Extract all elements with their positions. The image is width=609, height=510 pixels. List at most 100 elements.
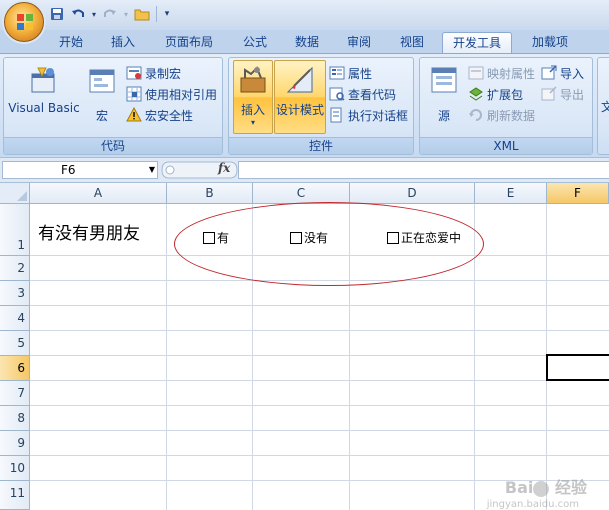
expansion-packs-icon — [469, 87, 483, 101]
macros-button[interactable]: 宏 — [84, 64, 120, 124]
tab-developer[interactable]: 开发工具 — [442, 32, 512, 54]
view-code-icon — [329, 87, 345, 101]
tab-add-ins[interactable]: 加载项 — [522, 32, 578, 54]
code-group: Visual Basic 宏 录制宏 使用相对引用 宏安全性 代码 — [3, 57, 223, 155]
row-header-8[interactable]: 8 — [0, 406, 30, 431]
column-header-c[interactable]: C — [253, 183, 350, 204]
row-header-10[interactable]: 10 — [0, 456, 30, 481]
import-button[interactable]: 导入 — [541, 64, 584, 82]
refresh-data-label: 刷新数据 — [487, 108, 536, 123]
xml-group: 源 映射属性 扩展包 刷新数据 导入 导出 XML — [419, 57, 593, 155]
column-header-e[interactable]: E — [475, 183, 547, 204]
insert-control-label: 插入 — [240, 103, 265, 117]
export-button[interactable]: 导出 — [541, 85, 584, 103]
gridline — [30, 380, 609, 381]
document-panel-group: 文 — [597, 57, 609, 155]
export-label: 导出 — [560, 87, 585, 102]
expansion-packs-button[interactable]: 扩展包 — [468, 85, 523, 103]
redo-dropdown-icon[interactable]: ▾ — [122, 6, 130, 22]
xml-source-button[interactable]: 源 — [424, 64, 464, 124]
xml-group-title: XML — [420, 137, 592, 154]
refresh-data-button[interactable]: 刷新数据 — [468, 106, 535, 124]
qat-separator — [156, 6, 157, 22]
visual-basic-icon — [31, 67, 55, 93]
column-header-f[interactable]: F — [547, 183, 609, 204]
tab-page-layout[interactable]: 页面布局 — [154, 32, 224, 54]
refresh-icon — [469, 109, 482, 121]
relative-reference-button[interactable]: 使用相对引用 — [126, 85, 217, 103]
row-header-3[interactable]: 3 — [0, 281, 30, 306]
annotation-ellipse — [174, 202, 484, 286]
run-dialog-icon — [330, 107, 342, 123]
row-header-6[interactable]: 6 — [0, 356, 30, 381]
row-header-5[interactable]: 5 — [0, 331, 30, 356]
tab-review[interactable]: 审阅 — [336, 32, 382, 54]
design-mode-label: 设计模式 — [275, 103, 324, 117]
insert-control-button[interactable]: 插入 ▾ — [233, 64, 273, 127]
insert-function-icon[interactable]: fx — [218, 161, 230, 175]
column-header-b[interactable]: B — [167, 183, 253, 204]
gridline — [30, 455, 609, 456]
view-code-button[interactable]: 查看代码 — [329, 85, 396, 103]
row-header-9[interactable]: 9 — [0, 431, 30, 456]
controls-group: 插入 ▾ 设计模式 属性 查看代码 执行对话框 控件 — [228, 57, 414, 155]
map-properties-button[interactable]: 映射属性 — [468, 64, 535, 82]
baidu-watermark: Bai 经验 — [505, 474, 587, 498]
design-mode-button[interactable]: 设计模式 — [274, 64, 326, 118]
visual-basic-button[interactable]: Visual Basic — [8, 64, 80, 115]
record-macro-button[interactable]: 录制宏 — [126, 64, 181, 82]
undo-dropdown-icon[interactable]: ▾ — [90, 6, 98, 22]
row-header-2[interactable]: 2 — [0, 256, 30, 281]
tab-insert[interactable]: 插入 — [100, 32, 146, 54]
gridline — [166, 204, 167, 510]
watermark-brand2: 经验 — [554, 478, 587, 497]
row-header-1[interactable]: 1 — [0, 204, 30, 256]
macros-icon — [89, 69, 115, 93]
active-cell-f6[interactable] — [546, 354, 609, 381]
xml-source-label: 源 — [437, 109, 450, 123]
record-macro-icon — [126, 66, 142, 80]
cell-a1[interactable]: 有没有男朋友 — [38, 219, 140, 244]
record-macro-label: 录制宏 — [145, 66, 182, 81]
redo-icon[interactable] — [101, 6, 119, 22]
open-folder-icon[interactable] — [133, 6, 151, 22]
macro-security-button[interactable]: 宏安全性 — [126, 106, 193, 124]
row-header-4[interactable]: 4 — [0, 306, 30, 331]
gridline — [30, 330, 609, 331]
map-properties-icon — [468, 66, 484, 80]
gridline — [30, 305, 609, 306]
properties-label: 属性 — [348, 66, 373, 81]
map-properties-label: 映射属性 — [487, 66, 536, 81]
tab-formulas[interactable]: 公式 — [232, 32, 278, 54]
formula-input[interactable] — [238, 161, 609, 179]
column-header-d[interactable]: D — [350, 183, 475, 204]
tab-view[interactable]: 视图 — [389, 32, 435, 54]
name-box-value: F6 — [61, 163, 76, 177]
customize-qat-icon[interactable]: ▾ — [162, 6, 172, 22]
view-code-label: 查看代码 — [348, 87, 397, 102]
import-icon — [541, 65, 557, 80]
name-box[interactable]: F6 ▼ — [2, 161, 158, 179]
controls-group-title: 控件 — [229, 137, 413, 154]
tab-home[interactable]: 开始 — [48, 32, 94, 54]
insert-dropdown-icon: ▾ — [250, 118, 255, 127]
macro-security-label: 宏安全性 — [145, 108, 194, 123]
save-icon[interactable] — [48, 6, 66, 22]
gridline — [30, 430, 609, 431]
name-box-dropdown-icon[interactable]: ▼ — [149, 162, 155, 178]
xml-source-icon — [431, 67, 457, 93]
properties-button[interactable]: 属性 — [329, 64, 372, 82]
column-header-a[interactable]: A — [30, 183, 167, 204]
select-all-corner[interactable] — [0, 183, 30, 204]
tab-data[interactable]: 数据 — [284, 32, 330, 54]
office-button[interactable] — [4, 2, 44, 42]
row-header-7[interactable]: 7 — [0, 381, 30, 406]
document-panel-label[interactable]: 文 — [601, 98, 609, 115]
visual-basic-label: Visual Basic — [8, 101, 80, 115]
run-dialog-button[interactable]: 执行对话框 — [329, 106, 408, 124]
office-logo-icon — [17, 14, 33, 30]
design-mode-icon — [286, 66, 313, 93]
undo-icon[interactable] — [69, 6, 87, 22]
row-header-11[interactable]: 11 — [0, 481, 30, 510]
relative-reference-icon — [126, 86, 142, 102]
